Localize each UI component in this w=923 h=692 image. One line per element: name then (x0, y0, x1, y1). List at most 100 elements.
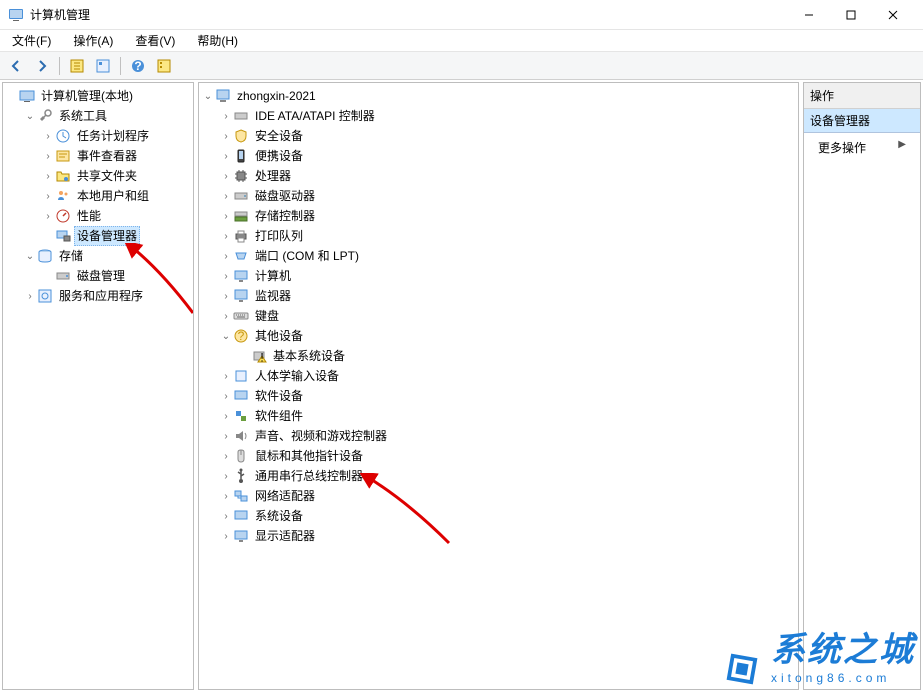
computer-root-node[interactable]: ⌄ zhongxin-2021 (201, 86, 796, 106)
usb-node[interactable]: ›通用串行总线控制器 (219, 466, 796, 486)
chevron-right-icon[interactable]: › (41, 211, 55, 222)
network-node[interactable]: › 网络适配器 (219, 486, 796, 506)
storage-node[interactable]: ⌄ 存储 (23, 246, 191, 266)
tree-label: 网络适配器 (252, 487, 318, 505)
chevron-down-icon[interactable]: ⌄ (23, 251, 37, 262)
monitors-node[interactable]: ›监视器 (219, 286, 796, 306)
chevron-right-icon[interactable]: › (219, 451, 233, 462)
services-icon (37, 288, 53, 304)
hid-node[interactable]: ›人体学输入设备 (219, 366, 796, 386)
services-apps-node[interactable]: › 服务和应用程序 (23, 286, 191, 306)
storage-icon (37, 248, 53, 264)
system-tools-node[interactable]: ⌄ 系统工具 (23, 106, 191, 126)
svg-text:?: ? (134, 59, 141, 73)
local-users-node[interactable]: ›本地用户和组 (41, 186, 191, 206)
help-button[interactable]: ? (126, 55, 150, 77)
menu-file[interactable]: 文件(F) (6, 30, 57, 51)
tree-label: 磁盘管理 (74, 267, 128, 285)
shared-folders-node[interactable]: › 共享文件夹 (41, 166, 191, 186)
event-viewer-node[interactable]: › 事件查看器 (41, 146, 191, 166)
chevron-right-icon[interactable]: › (219, 471, 233, 482)
portable-devices-node[interactable]: ›便携设备 (219, 146, 796, 166)
device-manager-node[interactable]: 设备管理器 (41, 226, 191, 246)
hid-icon (233, 368, 249, 384)
titlebar: 计算机管理 (0, 0, 923, 30)
chevron-right-icon[interactable]: › (219, 211, 233, 222)
disk-icon (55, 268, 71, 284)
chevron-right-icon[interactable]: › (219, 171, 233, 182)
chevron-right-icon[interactable]: › (219, 511, 233, 522)
toolbar: ? (0, 52, 923, 80)
chevron-down-icon[interactable]: ⌄ (201, 91, 215, 102)
chevron-right-icon[interactable]: › (219, 371, 233, 382)
chevron-right-icon[interactable]: › (219, 531, 233, 542)
keyboards-node[interactable]: ›键盘 (219, 306, 796, 326)
disk-drives-node[interactable]: › 磁盘驱动器 (219, 186, 796, 206)
tree-label: 磁盘驱动器 (252, 187, 318, 205)
tree-label: 共享文件夹 (74, 167, 140, 185)
back-button[interactable] (4, 55, 28, 77)
chevron-right-icon[interactable]: › (219, 111, 233, 122)
task-scheduler-node[interactable]: ›任务计划程序 (41, 126, 191, 146)
maximize-button[interactable] (837, 10, 865, 20)
chevron-right-icon[interactable]: › (219, 491, 233, 502)
tree-label: 事件查看器 (74, 147, 140, 165)
minimize-button[interactable] (795, 10, 823, 20)
chevron-right-icon[interactable]: › (219, 251, 233, 262)
view-button[interactable] (152, 55, 176, 77)
disk-management-node[interactable]: 磁盘管理 (41, 266, 191, 286)
cpu-icon (233, 168, 249, 184)
ports-node[interactable]: ›端口 (COM 和 LPT) (219, 246, 796, 266)
chevron-right-icon[interactable]: › (23, 291, 37, 302)
tools-icon (37, 108, 53, 124)
chevron-right-icon[interactable]: › (219, 391, 233, 402)
chevron-right-icon[interactable]: › (219, 151, 233, 162)
management-tree[interactable]: 计算机管理(本地) ⌄ 系统工具 ›任务计划程序 › 事件查看器 (3, 83, 193, 689)
storage-controllers-node[interactable]: ›存储控制器 (219, 206, 796, 226)
chevron-right-icon[interactable]: › (219, 291, 233, 302)
computer-icon (215, 88, 231, 104)
device-tree[interactable]: ⌄ zhongxin-2021 ›IDE ATA/ATAPI 控制器 ›安全设备… (199, 83, 798, 689)
menu-help[interactable]: 帮助(H) (191, 30, 244, 51)
tree-label: 性能 (74, 207, 104, 225)
chevron-right-icon[interactable]: › (219, 191, 233, 202)
tree-label: 计算机管理(本地) (38, 87, 136, 105)
more-actions-item[interactable]: 更多操作 ▶ (804, 133, 920, 162)
close-button[interactable] (879, 10, 907, 20)
window-controls (795, 10, 915, 20)
tree-root[interactable]: 计算机管理(本地) (5, 86, 191, 106)
chevron-right-icon[interactable]: › (41, 191, 55, 202)
mouse-icon (233, 448, 249, 464)
chevron-right-icon[interactable]: › (41, 131, 55, 142)
svg-text:!: ! (260, 351, 263, 365)
software-devices-node[interactable]: ›软件设备 (219, 386, 796, 406)
security-devices-node[interactable]: ›安全设备 (219, 126, 796, 146)
chevron-right-icon[interactable]: › (219, 231, 233, 242)
chevron-right-icon[interactable]: › (219, 431, 233, 442)
chevron-right-icon[interactable]: › (41, 171, 55, 182)
chevron-right-icon[interactable]: › (219, 131, 233, 142)
software-components-node[interactable]: ›软件组件 (219, 406, 796, 426)
properties-button[interactable] (91, 55, 115, 77)
base-system-device-node[interactable]: !基本系统设备 (237, 346, 796, 366)
chevron-right-icon[interactable]: › (219, 411, 233, 422)
chevron-down-icon[interactable]: ⌄ (23, 111, 37, 122)
chevron-right-icon[interactable]: › (219, 271, 233, 282)
sound-node[interactable]: ›声音、视频和游戏控制器 (219, 426, 796, 446)
chevron-right-icon[interactable]: › (41, 151, 55, 162)
print-queues-node[interactable]: ›打印队列 (219, 226, 796, 246)
display-adapters-node[interactable]: ›显示适配器 (219, 526, 796, 546)
forward-button[interactable] (30, 55, 54, 77)
menu-view[interactable]: 查看(V) (129, 30, 181, 51)
mice-node[interactable]: ›鼠标和其他指针设备 (219, 446, 796, 466)
show-hide-tree-button[interactable] (65, 55, 89, 77)
system-devices-node[interactable]: ›系统设备 (219, 506, 796, 526)
ide-node[interactable]: ›IDE ATA/ATAPI 控制器 (219, 106, 796, 126)
menu-action[interactable]: 操作(A) (67, 30, 119, 51)
computers-category-node[interactable]: ›计算机 (219, 266, 796, 286)
chevron-down-icon[interactable]: ⌄ (219, 331, 233, 342)
processors-node[interactable]: ›处理器 (219, 166, 796, 186)
performance-node[interactable]: › 性能 (41, 206, 191, 226)
chevron-right-icon[interactable]: › (219, 311, 233, 322)
other-devices-node[interactable]: ⌄?其他设备 (219, 326, 796, 346)
